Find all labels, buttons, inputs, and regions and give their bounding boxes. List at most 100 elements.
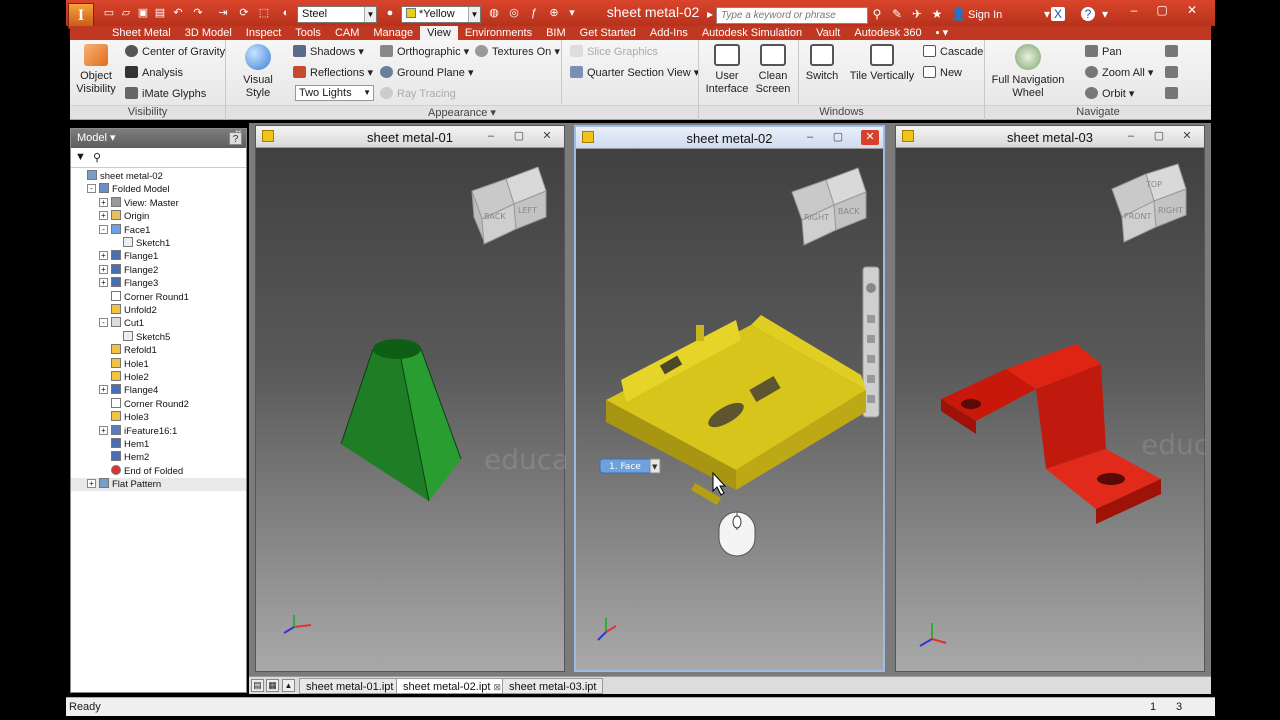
new-icon[interactable]: ▭ — [101, 6, 117, 20]
doc-tab-sheet-metal-02[interactable]: sheet metal-02.ipt ⊠ — [396, 678, 509, 694]
tree-item[interactable]: End of Folded — [71, 464, 246, 478]
doc-tab-sheet-metal-03[interactable]: sheet metal-03.ipt — [502, 678, 604, 694]
tab-inspect[interactable]: Inspect — [239, 26, 288, 40]
chevron-down-icon[interactable]: ▾ — [1098, 7, 1112, 21]
full-navigation-wheel-button[interactable]: Full Navigation Wheel — [990, 44, 1066, 100]
sign-in-link[interactable]: Sign In — [968, 9, 1002, 21]
green-frustum-model[interactable] — [340, 339, 462, 502]
tab-bim[interactable]: BIM — [539, 26, 573, 40]
close-button[interactable]: ✕ — [861, 130, 879, 145]
help-icon[interactable]: ? — [1081, 7, 1095, 21]
switch-button[interactable]: Switch — [802, 44, 842, 83]
search-input[interactable]: Type a keyword or phrase — [716, 7, 868, 24]
tree-item[interactable]: Sketch1 — [71, 237, 246, 250]
material-combo[interactable]: Steel ▼ — [297, 6, 377, 23]
help-icon[interactable]: ? — [229, 132, 242, 145]
context-menu-label[interactable]: 1. Face — [609, 462, 641, 472]
tree-item[interactable]: - Face1 — [71, 223, 246, 237]
customize-icon[interactable]: ⊕ — [546, 6, 562, 20]
expand-icon[interactable]: + — [99, 278, 108, 288]
look-at-button[interactable] — [1165, 45, 1182, 58]
tree-item[interactable]: + Flange4 — [71, 384, 246, 397]
tab-3d-model[interactable]: 3D Model — [178, 26, 239, 40]
customize-icon[interactable] — [867, 395, 875, 403]
imate-glyphs-button[interactable]: iMate Glyphs — [125, 87, 206, 100]
pan-icon[interactable] — [867, 315, 875, 323]
expand-icon[interactable]: + — [99, 197, 108, 207]
tab-view[interactable]: View — [420, 26, 458, 40]
tile-icon[interactable]: ▦ — [266, 679, 279, 692]
tab-tools[interactable]: Tools — [288, 26, 328, 40]
qat-dropdown-icon[interactable]: ▾ — [564, 6, 580, 20]
yellow-bracket-model[interactable] — [606, 315, 866, 505]
visual-style-button[interactable]: Visual Style — [230, 44, 286, 100]
material-icon[interactable]: ◐ — [278, 6, 294, 20]
tree-item[interactable]: + Flange3 — [71, 277, 246, 290]
filter-icon[interactable]: ▼ — [75, 151, 86, 163]
tree-item[interactable]: Hole2 — [71, 371, 246, 384]
tab-cam[interactable]: CAM — [328, 26, 366, 40]
pan-button[interactable]: Pan — [1085, 45, 1122, 58]
tools-icon[interactable]: ✎ — [890, 7, 904, 21]
tree-item[interactable]: Unfold2 — [71, 304, 246, 317]
maximize-button[interactable]: ▢ — [1150, 129, 1168, 144]
context-menu[interactable]: 1. Face ▼ — [599, 458, 661, 474]
expand-icon[interactable]: + — [99, 264, 108, 274]
textures-on-button[interactable]: Textures On ▾ — [475, 45, 560, 58]
tab-autodesk-simulation[interactable]: Autodesk Simulation — [695, 26, 809, 40]
viewport-sheet-metal-02[interactable]: sheet metal-02 – ▢ ✕ RIGHT BACK 1. Face … — [574, 125, 885, 672]
tab-environments[interactable]: Environments — [458, 26, 539, 40]
undo-icon[interactable]: ↶ — [170, 6, 186, 20]
tree-item[interactable]: + View: Master — [71, 196, 246, 210]
tree-item[interactable]: + iFeature16:1 — [71, 424, 246, 438]
slice-graphics-button[interactable]: Slice Graphics — [570, 45, 658, 58]
update-icon[interactable]: ⟳ — [236, 6, 252, 20]
tree-item[interactable]: + Origin — [71, 210, 246, 223]
appearance-combo[interactable]: *Yellow ▼ — [401, 6, 481, 23]
ground-plane-button[interactable]: Ground Plane ▾ — [380, 66, 473, 79]
tab-add-ins[interactable]: Add-Ins — [643, 26, 695, 40]
tree-item[interactable]: Sketch5 — [71, 330, 246, 344]
clear-appearance-icon[interactable]: ◍ — [486, 6, 502, 20]
expand-icon[interactable]: + — [99, 211, 108, 221]
open-icon[interactable]: ▱ — [118, 6, 134, 20]
zoom-icon[interactable] — [867, 335, 875, 343]
close-icon[interactable]: ⊠ — [494, 682, 502, 692]
quarter-section-view-button[interactable]: Quarter Section View ▾ — [570, 66, 699, 79]
tree-item[interactable]: + Flat Pattern — [71, 478, 246, 492]
new-window-button[interactable]: New — [923, 66, 962, 79]
tree-item[interactable]: Hole3 — [71, 411, 246, 424]
tab-get-started[interactable]: Get Started — [573, 26, 643, 40]
restore-window-button[interactable]: ▢ — [1148, 2, 1176, 18]
browser-title[interactable]: Model — [77, 132, 107, 144]
viewport-sheet-metal-01[interactable]: sheet metal-01 – ▢ ✕ BACK LEFT educat — [255, 125, 566, 672]
reflections-button[interactable]: Reflections ▾ — [293, 66, 373, 79]
expand-search-icon[interactable]: ▸ — [703, 7, 717, 21]
redo-icon[interactable]: ↷ — [190, 6, 206, 20]
fx-icon[interactable]: ƒ — [526, 6, 542, 20]
tab-sheet-metal[interactable]: Sheet Metal — [105, 26, 178, 40]
tree-item[interactable]: + Flange1 — [71, 250, 246, 263]
doc-tab-sheet-metal-01[interactable]: sheet metal-01.ipt — [299, 678, 401, 694]
tab-vault[interactable]: Vault — [809, 26, 847, 40]
tree-item[interactable]: Hem2 — [71, 451, 246, 464]
zoom-all-button[interactable]: Zoom All ▾ — [1085, 66, 1153, 79]
communication-icon[interactable]: ✈ — [910, 7, 924, 21]
clean-screen-button[interactable]: Clean Screen — [752, 44, 794, 96]
minimize-button[interactable]: – — [1122, 129, 1140, 144]
orthographic-button[interactable]: Orthographic ▾ — [380, 45, 469, 58]
chevron-down-icon[interactable]: ▼ — [652, 463, 658, 471]
tree-item[interactable]: Corner Round1 — [71, 290, 246, 304]
center-of-gravity-button[interactable]: Center of Gravity — [125, 45, 225, 58]
tab-autodesk-360[interactable]: Autodesk 360 — [847, 26, 928, 40]
adjust-icon[interactable]: ◎ — [506, 6, 522, 20]
close-button[interactable]: ✕ — [538, 129, 556, 144]
viewport-sheet-metal-03[interactable]: sheet metal-03 – ▢ ✕ TOP FRONT RIGHT edu… — [895, 125, 1206, 672]
maximize-button[interactable]: ▢ — [510, 129, 528, 144]
orbit-icon[interactable] — [867, 355, 875, 363]
minimize-window-button[interactable]: – — [1120, 2, 1148, 18]
nav-wheel-icon[interactable] — [866, 283, 876, 293]
expand-icon[interactable]: + — [99, 385, 108, 395]
look-at-icon[interactable] — [867, 375, 875, 383]
close-button[interactable]: ✕ — [1178, 129, 1196, 144]
